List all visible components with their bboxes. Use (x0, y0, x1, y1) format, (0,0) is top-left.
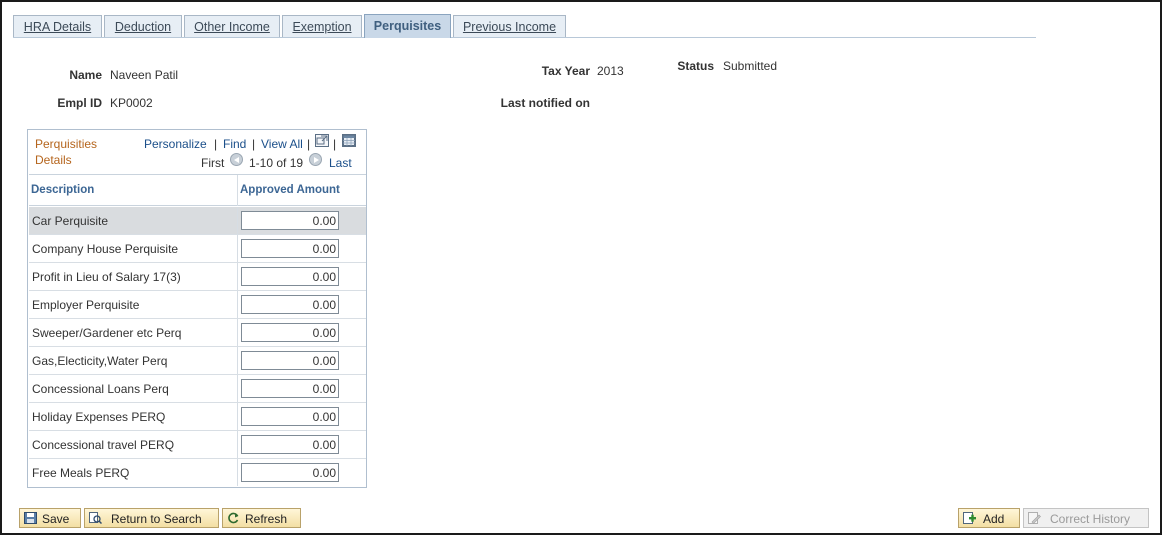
emplid-value: KP0002 (110, 96, 153, 110)
correct-history-icon (1028, 512, 1041, 524)
window-frame: HRA Details Deduction Other Income Exemp… (0, 0, 1162, 535)
column-divider (237, 291, 238, 318)
column-divider (237, 319, 238, 346)
tab-label: Perquisites (373, 19, 442, 33)
tab-label: Previous Income (462, 20, 557, 34)
new-window-icon[interactable] (315, 134, 329, 147)
row-description: Profit in Lieu of Salary 17(3) (32, 270, 181, 284)
approved-amount-input[interactable] (241, 351, 339, 370)
spreadsheet-icon[interactable] (342, 134, 356, 147)
correct-history-label: Correct History (1050, 512, 1131, 526)
row-description: Free Meals PERQ (32, 466, 130, 480)
refresh-icon (227, 512, 240, 524)
add-icon (963, 512, 976, 524)
separator: | (333, 137, 337, 151)
first-label: First (201, 156, 225, 170)
column-divider (237, 207, 238, 234)
separator: | (252, 137, 256, 151)
table-row: Free Meals PERQ (29, 459, 366, 487)
tab-bar: HRA Details Deduction Other Income Exemp… (13, 14, 1036, 38)
name-label: Name (69, 68, 102, 82)
table-row: Profit in Lieu of Salary 17(3) (29, 263, 366, 291)
approved-amount-input[interactable] (241, 295, 339, 314)
tab-label: Other Income (194, 20, 270, 34)
emplid-label: Empl ID (57, 96, 102, 110)
row-description: Gas,Electicity,Water Perq (32, 354, 168, 368)
next-arrow-icon[interactable] (309, 153, 322, 166)
approved-amount-input[interactable] (241, 239, 339, 258)
return-to-search-button[interactable]: Return to Search (84, 508, 219, 528)
column-divider (237, 235, 238, 262)
column-divider (237, 175, 238, 206)
table-row: Concessional Loans Perq (29, 375, 366, 403)
approved-amount-input[interactable] (241, 211, 339, 230)
column-header-approved-amount[interactable]: Approved Amount (240, 184, 340, 196)
taxyear-label: Tax Year (541, 64, 590, 78)
grid-header: Perquisities Details Personalize | Find … (28, 130, 366, 174)
floppy-disk-icon (24, 512, 37, 524)
save-button[interactable]: Save (19, 508, 81, 528)
personalize-link[interactable]: Personalize (144, 137, 207, 151)
tab-perquisites[interactable]: Perquisites (364, 14, 451, 38)
column-divider (237, 263, 238, 290)
tab-label: Exemption (292, 20, 352, 34)
tab-previous-income[interactable]: Previous Income (453, 15, 566, 37)
column-divider (237, 459, 238, 486)
tab-deduction[interactable]: Deduction (104, 15, 182, 37)
tab-exemption[interactable]: Exemption (282, 15, 362, 37)
column-header-description[interactable]: Description (31, 184, 94, 196)
taxyear-value: 2013 (597, 64, 624, 78)
row-description: Sweeper/Gardener etc Perq (32, 326, 182, 340)
approved-amount-input[interactable] (241, 407, 339, 426)
grid-title: Perquisities Details (35, 137, 98, 167)
tab-label: Deduction (114, 20, 172, 34)
last-notified-label: Last notified on (500, 96, 590, 110)
table-row: Concessional travel PERQ (29, 431, 366, 459)
tab-label: HRA Details (23, 20, 92, 34)
last-link[interactable]: Last (329, 156, 352, 170)
column-divider (237, 431, 238, 458)
tab-hra-details[interactable]: HRA Details (13, 15, 102, 37)
correct-history-button[interactable]: Correct History (1023, 508, 1149, 528)
row-description: Concessional Loans Perq (32, 382, 169, 396)
approved-amount-input[interactable] (241, 463, 339, 482)
column-divider (237, 375, 238, 402)
status-label: Status (677, 59, 714, 73)
return-search-icon (89, 512, 103, 525)
separator: | (214, 137, 218, 151)
refresh-label: Refresh (245, 512, 288, 526)
row-range: 1-10 of 19 (249, 156, 304, 170)
row-description: Holiday Expenses PERQ (32, 410, 166, 424)
status-value: Submitted (723, 59, 778, 73)
table-row: Gas,Electicity,Water Perq (29, 347, 366, 375)
table-row: Sweeper/Gardener etc Perq (29, 319, 366, 347)
column-divider (237, 403, 238, 430)
add-label: Add (983, 512, 1005, 526)
previous-arrow-icon[interactable] (230, 153, 243, 166)
tab-other-income[interactable]: Other Income (184, 15, 280, 37)
row-description: Employer Perquisite (32, 298, 140, 312)
approved-amount-input[interactable] (241, 267, 339, 286)
view-all-link[interactable]: View All (261, 137, 303, 151)
table-row: Holiday Expenses PERQ (29, 403, 366, 431)
save-label: Save (42, 512, 70, 526)
approved-amount-input[interactable] (241, 379, 339, 398)
table-row: Car Perquisite (29, 207, 366, 235)
find-link[interactable]: Find (223, 137, 246, 151)
column-header-row: Description Approved Amount (29, 174, 366, 206)
table-row: Company House Perquisite (29, 235, 366, 263)
column-divider (237, 347, 238, 374)
table-row: Employer Perquisite (29, 291, 366, 319)
approved-amount-input[interactable] (241, 435, 339, 454)
row-description: Car Perquisite (32, 214, 109, 228)
row-description: Concessional travel PERQ (32, 438, 175, 452)
perquisites-grid: Perquisities Details Personalize | Find … (27, 129, 367, 488)
approved-amount-input[interactable] (241, 323, 339, 342)
name-value: Naveen Patil (110, 68, 179, 82)
refresh-button[interactable]: Refresh (222, 508, 301, 528)
row-description: Company House Perquisite (32, 242, 179, 256)
separator: | (307, 137, 311, 151)
add-button[interactable]: Add (958, 508, 1020, 528)
return-to-search-label: Return to Search (111, 512, 202, 526)
